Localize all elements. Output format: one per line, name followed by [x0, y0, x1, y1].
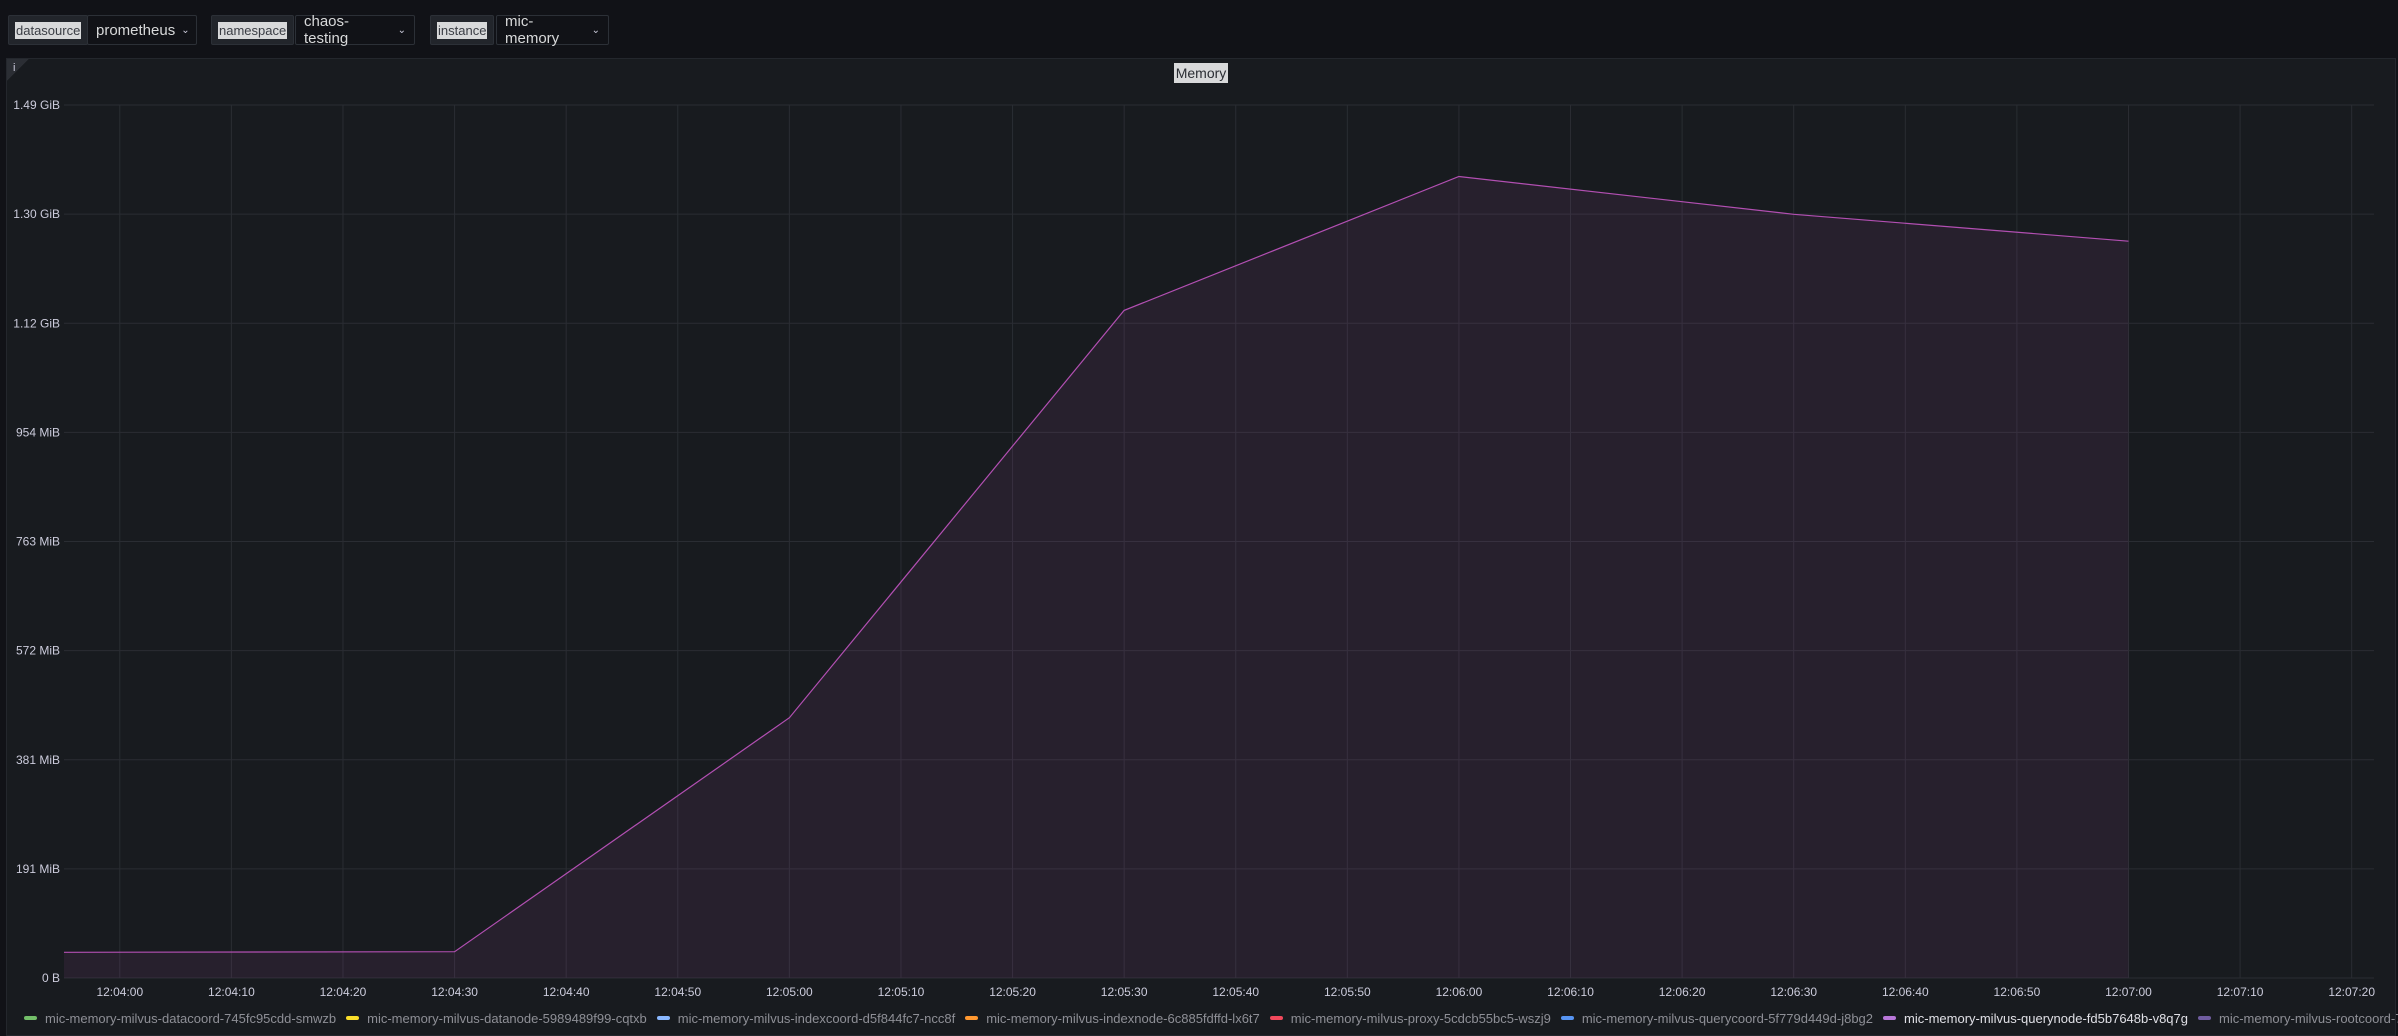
legend-color-swatch — [656, 1016, 670, 1020]
x-tick-label: 12:06:10 — [1547, 985, 1594, 999]
x-tick-label: 12:05:20 — [989, 985, 1036, 999]
x-tick-label: 12:05:10 — [878, 985, 925, 999]
legend-item[interactable]: mic-memory-milvus-indexcoord-d5f844fc7-n… — [656, 1010, 956, 1026]
legend-color-swatch — [1883, 1016, 1897, 1020]
legend-color-swatch — [346, 1016, 360, 1020]
x-tick-label: 12:04:20 — [320, 985, 367, 999]
x-tick-label: 12:06:30 — [1770, 985, 1817, 999]
legend-label: mic-memory-milvus-proxy-5cdcb55bc5-wszj9 — [1290, 1010, 1551, 1026]
y-tick-label: 763 MiB — [16, 535, 60, 549]
x-tick-label: 12:05:00 — [766, 985, 813, 999]
legend-item[interactable]: mic-memory-milvus-proxy-5cdcb55bc5-wszj9 — [1269, 1010, 1551, 1026]
x-tick-label: 12:04:50 — [654, 985, 701, 999]
x-tick-label: 12:06:40 — [1882, 985, 1929, 999]
legend-label: mic-memory-milvus-querycoord-5f779d449d-… — [1581, 1010, 1874, 1026]
x-tick-label: 12:04:30 — [431, 985, 478, 999]
legend-label: mic-memory-milvus-indexnode-6c885fdffd-l… — [986, 1010, 1260, 1026]
legend-label: mic-memory-milvus-datanode-5989489f99-cq… — [367, 1010, 647, 1026]
x-tick-label: 12:07:00 — [2105, 985, 2152, 999]
legend-label: mic-memory-milvus-querynode-fd5b7648b-v8… — [1904, 1010, 2188, 1026]
x-tick-label: 12:06:00 — [1436, 985, 1483, 999]
legend-color-swatch — [1560, 1016, 1574, 1020]
memory-chart[interactable]: 0 B 191 MiB 381 MiB 572 MiB 763 MiB 954 MiB 1.… — [0, 0, 2398, 1000]
series-area — [64, 176, 2129, 978]
legend-item[interactable]: mic-memory-milvus-querynode-fd5b7648b-v8… — [1883, 1011, 2188, 1026]
legend-color-swatch — [24, 1016, 37, 1020]
legend-item[interactable]: mic-memory-milvus-datanode-5989489f99-cq… — [346, 1011, 647, 1026]
legend-color-swatch — [2198, 1016, 2211, 1020]
y-tick-label: 191 MiB — [16, 862, 60, 876]
y-tick-label: 1.49 GiB — [13, 98, 60, 112]
x-tick-label: 12:04:10 — [208, 985, 255, 999]
legend-color-swatch — [965, 1016, 979, 1020]
x-tick-label: 12:05:50 — [1324, 985, 1371, 999]
legend-label: mic-memory-milvus-indexcoord-d5f844fc7-n… — [677, 1010, 956, 1026]
legend-item[interactable]: mic-memory-milvus-rootcoord-757b7886b4-n… — [2198, 1011, 2398, 1026]
x-tick-label: 12:07:10 — [2217, 985, 2264, 999]
chart-legend: mic-memory-milvus-datacoord-745fc95cdd-s… — [24, 1008, 2398, 1028]
x-tick-label: 12:06:20 — [1659, 985, 1706, 999]
x-tick-label: 12:05:30 — [1101, 985, 1148, 999]
y-tick-label: 572 MiB — [16, 644, 60, 658]
x-tick-label: 12:06:50 — [1994, 985, 2041, 999]
x-tick-label: 12:04:40 — [543, 985, 590, 999]
legend-color-swatch — [1269, 1016, 1283, 1020]
legend-item[interactable]: mic-memory-milvus-querycoord-5f779d449d-… — [1560, 1010, 1874, 1026]
legend-item[interactable]: mic-memory-milvus-datacoord-745fc95cdd-s… — [24, 1011, 336, 1026]
y-tick-label: 954 MiB — [16, 425, 60, 439]
x-tick-label: 12:07:20 — [2328, 985, 2375, 999]
legend-label: mic-memory-milvus-datacoord-745fc95cdd-s… — [45, 1010, 337, 1026]
legend-label: mic-memory-milvus-rootcoord-757b7886b4-n… — [2219, 1010, 2398, 1026]
x-tick-label: 12:04:00 — [96, 985, 143, 999]
y-tick-label: 1.12 GiB — [13, 316, 60, 330]
legend-item[interactable]: mic-memory-milvus-indexnode-6c885fdffd-l… — [965, 1011, 1260, 1026]
y-tick-label: 1.30 GiB — [13, 207, 60, 221]
y-tick-label: 0 B — [42, 971, 60, 985]
x-tick-label: 12:05:40 — [1212, 985, 1259, 999]
y-tick-label: 381 MiB — [16, 753, 60, 767]
